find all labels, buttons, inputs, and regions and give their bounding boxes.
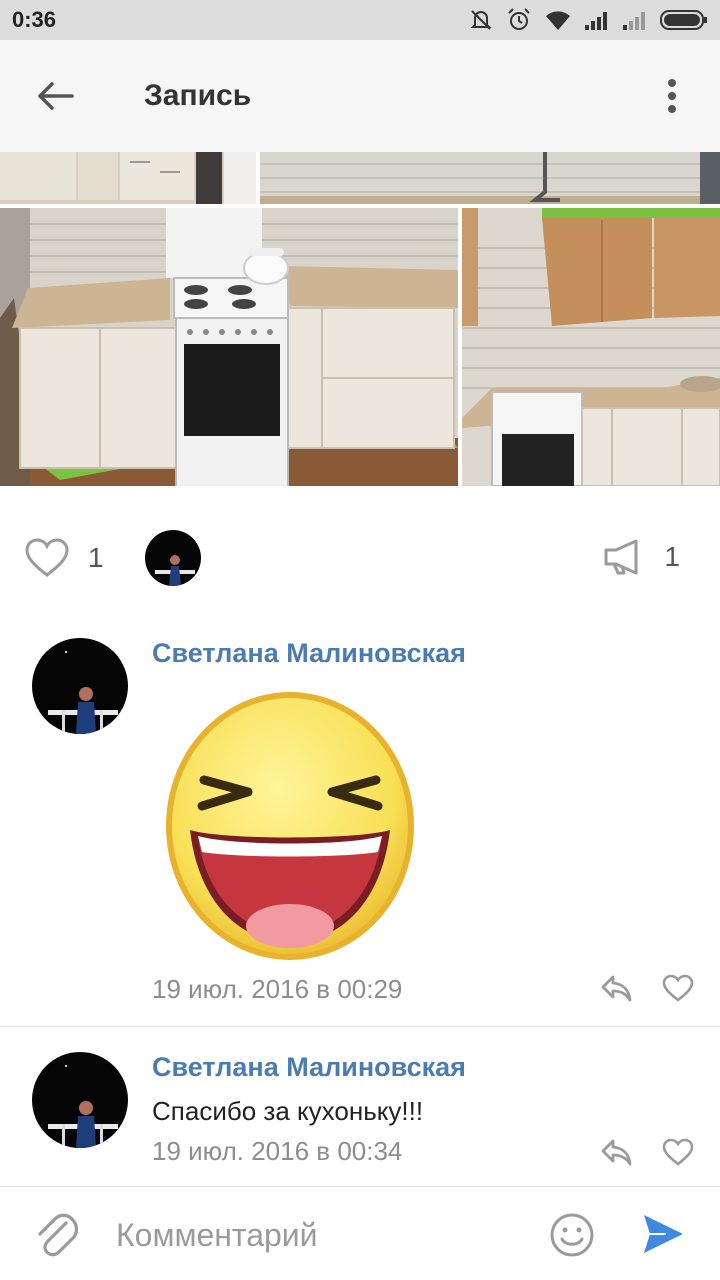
comment-like-button[interactable]	[662, 1138, 694, 1171]
post-actions: 1 1	[0, 500, 720, 618]
send-button[interactable]	[640, 1211, 686, 1262]
comment-date: 19 июл. 2016 в 00:29	[152, 974, 403, 1004]
send-icon	[644, 1215, 683, 1253]
comment-author[interactable]: Светлана Малиновская	[152, 1052, 466, 1083]
signal-icon	[585, 12, 607, 30]
page-title: Запись	[144, 79, 252, 112]
more-vertical-icon	[668, 79, 676, 113]
comment-item: Светлана Малиновская 19 июл. 2016 в 00:2…	[0, 620, 720, 1020]
kitchen-photo-cabinets[interactable]	[462, 208, 720, 486]
kitchen-photo-top-left[interactable]	[0, 152, 256, 204]
alarm-clock-icon	[508, 8, 530, 30]
comment-date: 19 июл. 2016 в 00:34	[152, 1136, 403, 1166]
comment-input[interactable]: Комментарий	[116, 1217, 318, 1254]
smiley-icon	[550, 1213, 594, 1257]
paperclip-icon	[38, 1213, 79, 1257]
status-bar: 0:36	[0, 0, 720, 40]
photo-grid	[0, 152, 720, 486]
status-time: 0:36	[12, 7, 57, 32]
comment-text: Спасибо за кухоньку!!!	[152, 1096, 424, 1126]
reply-button[interactable]	[600, 1138, 632, 1171]
heart-icon	[662, 974, 694, 1002]
wifi-icon	[546, 11, 570, 30]
likes-count: 1	[88, 542, 104, 573]
comment-item: Светлана Малиновская Спасибо за кухоньку…	[0, 1034, 720, 1184]
attach-button[interactable]	[34, 1209, 79, 1262]
like-button[interactable]: 1	[24, 538, 104, 578]
comment-composer: Комментарий	[0, 1186, 720, 1280]
status-icons	[468, 7, 708, 33]
liker-avatar[interactable]	[145, 530, 201, 586]
app-bar: Запись	[0, 40, 720, 152]
laughing-smiley-sticker	[162, 690, 418, 962]
emoji-button[interactable]	[548, 1211, 596, 1264]
avatar[interactable]	[32, 638, 128, 734]
back-button[interactable]	[0, 40, 112, 152]
more-menu-button[interactable]	[624, 40, 720, 152]
mute-alarm-icon	[470, 10, 492, 30]
reply-button[interactable]	[600, 974, 632, 1007]
comment-like-button[interactable]	[662, 974, 694, 1007]
heart-icon	[662, 1138, 694, 1166]
shares-count: 1	[664, 541, 680, 572]
kitchen-photo-top-right[interactable]	[260, 152, 720, 204]
heart-icon	[25, 538, 69, 577]
battery-icon	[660, 10, 707, 30]
comment-author[interactable]: Светлана Малиновская	[152, 638, 466, 669]
avatar[interactable]	[32, 1052, 128, 1148]
comment-divider	[0, 1026, 720, 1027]
share-button[interactable]: 1	[602, 538, 680, 576]
signal-weak-icon	[623, 12, 645, 30]
kitchen-photo-stove[interactable]	[0, 208, 458, 486]
arrow-left-icon	[38, 82, 74, 110]
reply-icon	[601, 975, 632, 1002]
megaphone-icon	[604, 539, 638, 575]
reply-icon	[601, 1139, 632, 1166]
